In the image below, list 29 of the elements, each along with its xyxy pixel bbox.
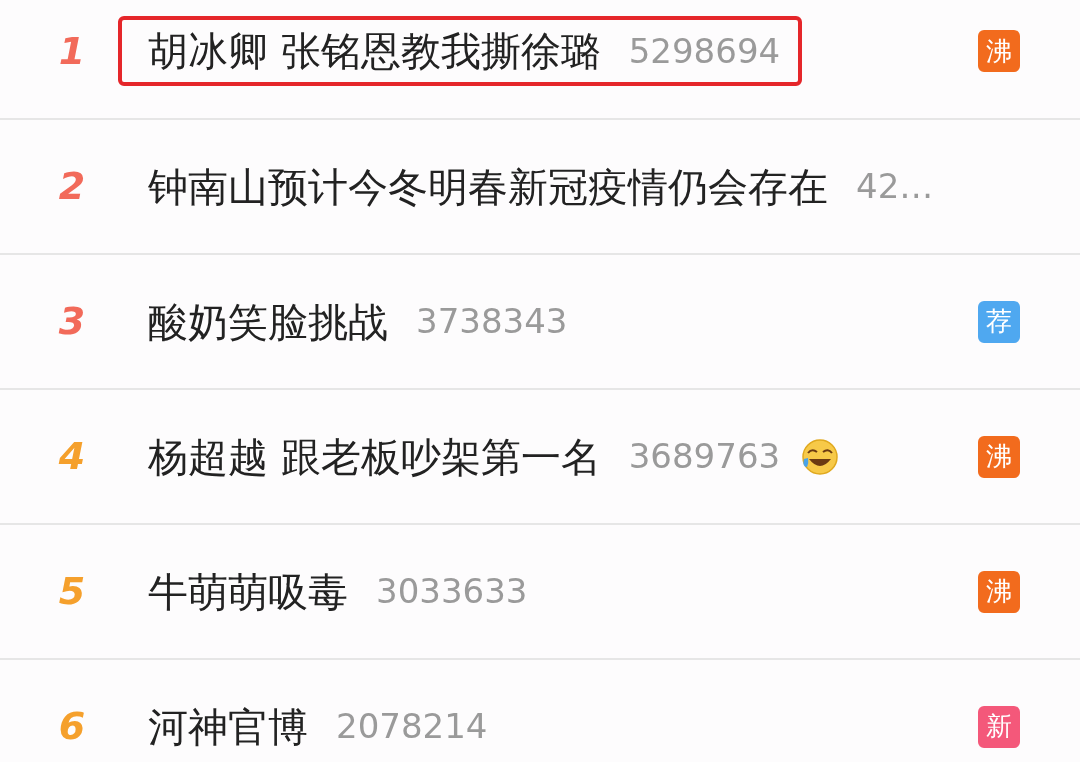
search-count: 42…: [856, 165, 934, 208]
rank-number: 3: [58, 298, 86, 345]
rank-number: 2: [58, 163, 86, 210]
search-count: 2078214: [336, 705, 488, 748]
topic-title[interactable]: 酸奶笑脸挑战: [148, 291, 388, 352]
rank-number: 4: [58, 433, 86, 480]
list-row[interactable]: 3 酸奶笑脸挑战 3738343 荐: [0, 255, 1080, 390]
list-row[interactable]: 5 牛萌萌吸毒 3033633 沸: [0, 525, 1080, 660]
hot-badge: 新: [978, 705, 1020, 748]
search-count: 3033633: [376, 570, 528, 613]
topic-title[interactable]: 牛萌萌吸毒: [148, 561, 348, 622]
list-row[interactable]: 4 杨超越 跟老板吵架第一名 3689763 沸: [0, 390, 1080, 525]
list-row[interactable]: 6 河神官博 2078214 新: [0, 660, 1080, 762]
list-row[interactable]: 2 钟南山预计今冬明春新冠疫情仍会存在 42…: [0, 120, 1080, 255]
hot-badge: 沸: [978, 435, 1020, 478]
rank-number: 6: [58, 703, 86, 750]
search-count: 3738343: [416, 300, 568, 343]
topic-title[interactable]: 杨超越 跟老板吵架第一名: [148, 426, 601, 487]
search-count: 3689763: [628, 435, 781, 478]
hot-badge: 沸: [978, 570, 1020, 613]
rank-number: 5: [58, 568, 86, 615]
topic-title[interactable]: 胡冰卿 张铭恩教我撕徐璐: [148, 21, 601, 81]
search-count: 5298694: [628, 29, 781, 73]
hot-badge: 荐: [978, 300, 1020, 343]
topic-title[interactable]: 钟南山预计今冬明春新冠疫情仍会存在: [148, 156, 828, 217]
list-row[interactable]: 1 胡冰卿 张铭恩教我撕徐璐 5298694 沸: [0, 0, 1080, 120]
hot-badge: 沸: [978, 30, 1020, 72]
rank-number: 1: [58, 27, 86, 75]
topic-title[interactable]: 河神官博: [148, 696, 308, 757]
